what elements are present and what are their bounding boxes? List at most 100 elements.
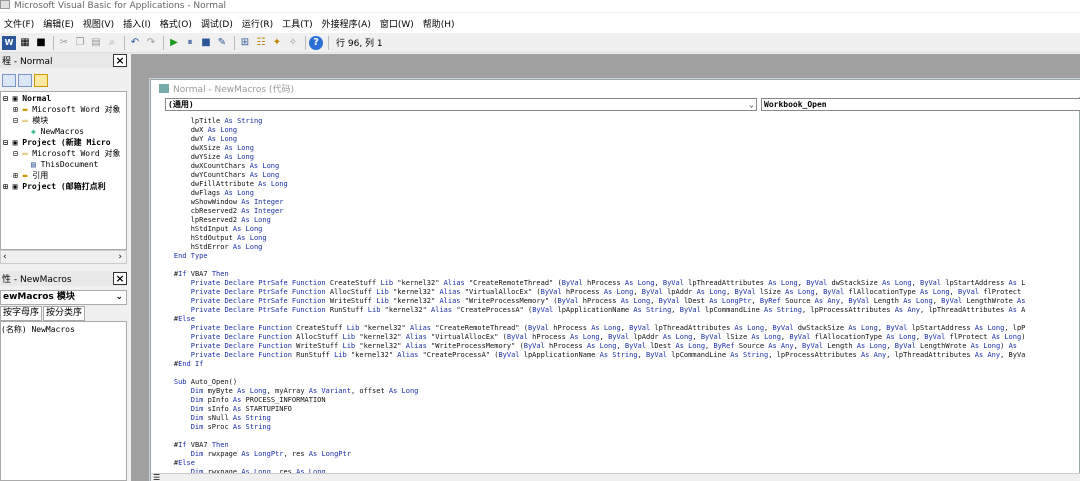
scroll-left-icon[interactable]: ‹ bbox=[3, 252, 7, 262]
code-line[interactable] bbox=[157, 261, 1080, 270]
cut-icon[interactable]: ✂ bbox=[57, 36, 71, 50]
code-line[interactable]: #If VBA7 Then bbox=[157, 441, 1080, 450]
help-icon[interactable]: ? bbox=[309, 35, 323, 50]
code-line[interactable]: Dim rwxpage As LongPtr, res As LongPtr bbox=[157, 450, 1080, 459]
code-editor[interactable]: lpTitle As String dwX As Long dwY As Lon… bbox=[157, 117, 1080, 473]
code-line[interactable]: hStdOutput As Long bbox=[157, 234, 1080, 243]
tab-categorized[interactable]: 按分类序 bbox=[43, 306, 86, 321]
code-line[interactable]: #Else bbox=[157, 315, 1080, 324]
menu-window[interactable]: 窗口(W) bbox=[380, 17, 414, 30]
run-icon[interactable]: ▶ bbox=[167, 36, 181, 50]
menu-edit[interactable]: 编辑(E) bbox=[43, 17, 74, 30]
property-name-row[interactable]: (名称) NewMacros bbox=[1, 324, 75, 335]
menu-debug[interactable]: 调试(D) bbox=[201, 17, 233, 30]
view-code-icon[interactable] bbox=[2, 74, 16, 87]
toolbox-icon[interactable]: ✧ bbox=[286, 36, 300, 50]
code-line[interactable]: hStdInput As Long bbox=[157, 225, 1080, 234]
code-window-icon bbox=[159, 84, 169, 93]
chevron-down-icon: ⌄ bbox=[749, 100, 754, 109]
menu-file[interactable]: 文件(F) bbox=[4, 17, 34, 30]
procedure-view-icon[interactable]: ☰ bbox=[153, 473, 160, 481]
code-line[interactable]: dwYCountChars As Long bbox=[157, 171, 1080, 180]
tree-node-modules[interactable]: ⊟ ▭ 模块 bbox=[13, 116, 48, 126]
code-line[interactable]: dwY As Long bbox=[157, 135, 1080, 144]
code-line[interactable]: dwFillAttribute As Long bbox=[157, 180, 1080, 189]
code-line[interactable]: Private Declare Function WriteStuff Lib … bbox=[157, 342, 1080, 351]
code-line[interactable]: Dim sProc As String bbox=[157, 423, 1080, 432]
tree-node-normal[interactable]: ⊟ ▣ Normal bbox=[3, 94, 51, 104]
menu-addins[interactable]: 外接程序(A) bbox=[322, 17, 371, 30]
find-icon[interactable]: ⌕ bbox=[105, 36, 119, 50]
code-line[interactable]: wShowWindow As Integer bbox=[157, 198, 1080, 207]
code-line[interactable]: Private Declare PtrSafe Function WriteSt… bbox=[157, 297, 1080, 306]
procedure-combo[interactable]: Workbook_Open bbox=[761, 98, 1080, 111]
project-pane-toolbar bbox=[0, 71, 127, 90]
menu-tools[interactable]: 工具(T) bbox=[282, 17, 313, 30]
tree-node-thisdocument[interactable]: ▤ ThisDocument bbox=[31, 160, 98, 170]
code-window-title-bar: Normal - NewMacros (代码) bbox=[151, 80, 1080, 97]
code-line[interactable]: #End If bbox=[157, 360, 1080, 369]
toggle-folders-icon[interactable] bbox=[34, 74, 48, 87]
menu-help[interactable]: 帮助(H) bbox=[423, 17, 455, 30]
code-line[interactable]: lpTitle As String bbox=[157, 117, 1080, 126]
menu-view[interactable]: 视图(V) bbox=[83, 17, 114, 30]
close-icon[interactable]: × bbox=[113, 272, 127, 285]
object-selector[interactable]: ewMacros 模块 ⌄ bbox=[0, 290, 127, 305]
tree-node-project-mail[interactable]: ⊞ ▣ Project (邮箱打点利 bbox=[3, 182, 106, 192]
word-icon[interactable]: W bbox=[2, 35, 16, 50]
properties-icon[interactable]: ☷ bbox=[254, 36, 268, 50]
menu-insert[interactable]: 插入(I) bbox=[123, 17, 151, 30]
code-line[interactable]: Private Declare Function CreateStuff Lib… bbox=[157, 324, 1080, 333]
code-line[interactable]: Sub Auto_Open() bbox=[157, 378, 1080, 387]
reset-icon[interactable]: ■ bbox=[199, 36, 213, 50]
menu-run[interactable]: 运行(R) bbox=[242, 17, 273, 30]
object-combo[interactable]: (通用) ⌄ bbox=[165, 98, 757, 111]
tree-node-references[interactable]: ⊞ ▬ 引用 bbox=[13, 171, 48, 181]
paste-icon[interactable]: ▤ bbox=[89, 36, 103, 50]
design-mode-icon[interactable]: ✎ bbox=[215, 36, 229, 50]
code-line[interactable]: dwYSize As Long bbox=[157, 153, 1080, 162]
code-line[interactable]: Dim pInfo As PROCESS_INFORMATION bbox=[157, 396, 1080, 405]
code-line[interactable] bbox=[157, 369, 1080, 378]
code-line[interactable]: Private Declare Function AllocStuff Lib … bbox=[157, 333, 1080, 342]
tree-node-word-objects[interactable]: ⊞ ▬ Microsoft Word 对象 bbox=[13, 105, 121, 115]
tree-node-newmacros[interactable]: ◈ NewMacros bbox=[31, 127, 84, 137]
tree-horizontal-scrollbar[interactable]: ‹ › bbox=[0, 250, 127, 264]
undo-icon[interactable]: ↶ bbox=[128, 36, 142, 50]
save-icon[interactable]: ■ bbox=[34, 36, 48, 50]
code-line[interactable]: cbReserved2 As Integer bbox=[157, 207, 1080, 216]
scroll-right-icon[interactable]: › bbox=[118, 252, 122, 262]
code-line[interactable]: Dim sNull As String bbox=[157, 414, 1080, 423]
tree-node-word-objects-2[interactable]: ⊟ ▭ Microsoft Word 对象 bbox=[13, 149, 121, 159]
code-line[interactable]: dwXCountChars As Long bbox=[157, 162, 1080, 171]
code-line[interactable]: End Type bbox=[157, 252, 1080, 261]
copy-icon[interactable]: ❐ bbox=[73, 36, 87, 50]
code-line[interactable]: #Else bbox=[157, 459, 1080, 468]
code-line[interactable]: dwFlags As Long bbox=[157, 189, 1080, 198]
code-line[interactable] bbox=[157, 432, 1080, 441]
menu-format[interactable]: 格式(O) bbox=[160, 17, 192, 30]
view-object-icon[interactable] bbox=[18, 74, 32, 87]
project-pane-title: 程 - Normal bbox=[2, 57, 53, 67]
code-line[interactable]: dwX As Long bbox=[157, 126, 1080, 135]
object-browser-icon[interactable]: ✦ bbox=[270, 36, 284, 50]
code-line[interactable]: Private Declare PtrSafe Function RunStuf… bbox=[157, 306, 1080, 315]
code-line[interactable]: Private Declare PtrSafe Function AllocSt… bbox=[157, 288, 1080, 297]
code-line[interactable]: lpReserved2 As Long bbox=[157, 216, 1080, 225]
project-explorer-icon[interactable]: ⊞ bbox=[238, 36, 252, 50]
code-line[interactable]: Dim sInfo As STARTUPINFO bbox=[157, 405, 1080, 414]
code-line[interactable]: hStdError As Long bbox=[157, 243, 1080, 252]
close-icon[interactable]: × bbox=[113, 54, 127, 67]
code-line[interactable]: #If VBA7 Then bbox=[157, 270, 1080, 279]
code-line[interactable]: Private Declare Function RunStuff Lib "k… bbox=[157, 351, 1080, 360]
project-tree[interactable]: ⊟ ▣ Normal ⊞ ▬ Microsoft Word 对象 ⊟ ▭ 模块 … bbox=[0, 91, 127, 250]
code-line[interactable]: dwXSize As Long bbox=[157, 144, 1080, 153]
pause-icon[interactable]: ⏸ bbox=[183, 36, 197, 50]
tab-alphabetic[interactable]: 按字母序 bbox=[0, 306, 43, 321]
code-line[interactable]: Dim myByte As Long, myArray As Variant, … bbox=[157, 387, 1080, 396]
code-window-title: Normal - NewMacros (代码) bbox=[173, 85, 294, 95]
redo-icon[interactable]: ↷ bbox=[144, 36, 158, 50]
insert-module-icon[interactable]: ▦ bbox=[18, 36, 32, 50]
code-line[interactable]: Private Declare PtrSafe Function CreateS… bbox=[157, 279, 1080, 288]
tree-node-project-new[interactable]: ⊟ ▣ Project (新建 Micro bbox=[3, 138, 111, 148]
